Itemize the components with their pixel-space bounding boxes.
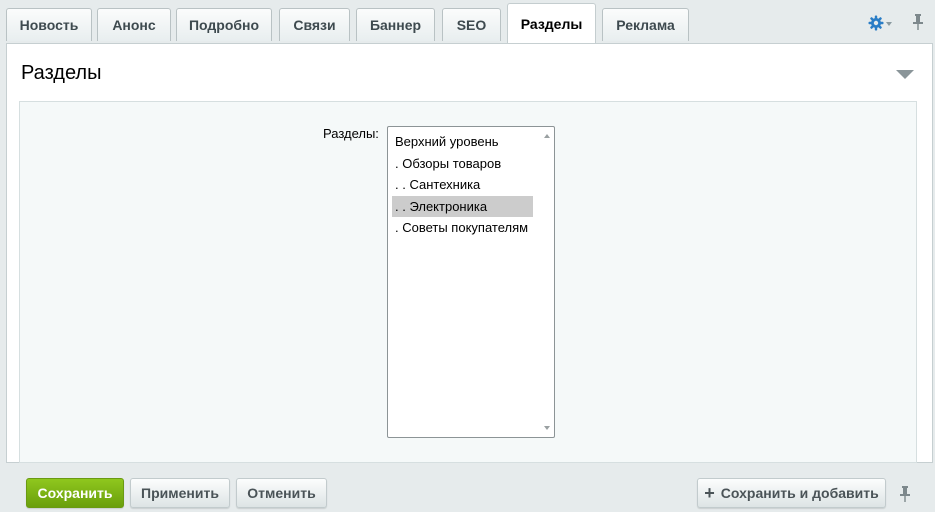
cancel-button[interactable]: Отменить	[236, 478, 327, 508]
scroll-up-arrow-icon[interactable]	[544, 134, 550, 138]
list-option[interactable]: . . Сантехника	[392, 174, 533, 195]
scroll-down-arrow-icon[interactable]	[544, 426, 550, 430]
save-and-add-label: Сохранить и добавить	[720, 485, 879, 501]
gear-icon	[868, 15, 884, 31]
tab-bar: Новость Анонс Подробно Связи Баннер SEO …	[0, 0, 935, 43]
pin-buttons-button[interactable]	[899, 485, 911, 508]
tab-advertising[interactable]: Реклама	[602, 8, 689, 41]
save-button-label: Сохранить	[37, 485, 113, 501]
plus-icon: +	[704, 483, 715, 503]
settings-menu[interactable]	[868, 14, 898, 32]
apply-button-label: Применить	[141, 485, 219, 501]
list-option[interactable]: . Советы покупателям	[392, 217, 533, 238]
form-area: Разделы: Верхний уровень . Обзоры товаро…	[19, 101, 917, 463]
pin-icon	[913, 14, 923, 30]
tab-label: Анонс	[112, 17, 156, 33]
tab-label: Связи	[293, 17, 336, 33]
panel-title: Разделы	[21, 62, 102, 84]
sections-listbox[interactable]: Верхний уровень . Обзоры товаров . . Сан…	[387, 126, 555, 438]
save-and-add-button[interactable]: + Сохранить и добавить	[697, 478, 886, 508]
tab-banner[interactable]: Баннер	[356, 8, 435, 41]
tab-label: Реклама	[616, 17, 675, 33]
tab-label: Баннер	[369, 17, 422, 33]
tab-label: Новость	[19, 17, 79, 33]
apply-button[interactable]: Применить	[130, 478, 230, 508]
list-option-selected[interactable]: . . Электроника	[392, 196, 533, 217]
tab-label: Подробно	[188, 17, 260, 33]
pin-tabs-button[interactable]	[912, 13, 924, 36]
tab-news[interactable]: Новость	[6, 8, 92, 41]
sections-field-label: Разделы:	[323, 126, 379, 141]
tab-label: SEO	[456, 17, 487, 33]
save-button[interactable]: Сохранить	[26, 478, 124, 508]
tab-label: Разделы	[520, 15, 583, 32]
tab-sections[interactable]: Разделы	[507, 3, 596, 43]
pin-icon	[900, 486, 910, 502]
chevron-down-icon	[886, 22, 892, 26]
tab-seo[interactable]: SEO	[442, 8, 501, 41]
tab-links[interactable]: Связи	[279, 8, 350, 41]
cancel-button-label: Отменить	[247, 485, 316, 501]
triangle-down-icon[interactable]	[896, 70, 914, 79]
tab-details[interactable]: Подробно	[176, 8, 272, 41]
sections-panel: Разделы Разделы: Верхний уровень . Обзор…	[6, 43, 933, 463]
list-option[interactable]: Верхний уровень	[392, 131, 533, 152]
tab-announce[interactable]: Анонс	[97, 8, 171, 41]
list-option[interactable]: . Обзоры товаров	[392, 153, 533, 174]
